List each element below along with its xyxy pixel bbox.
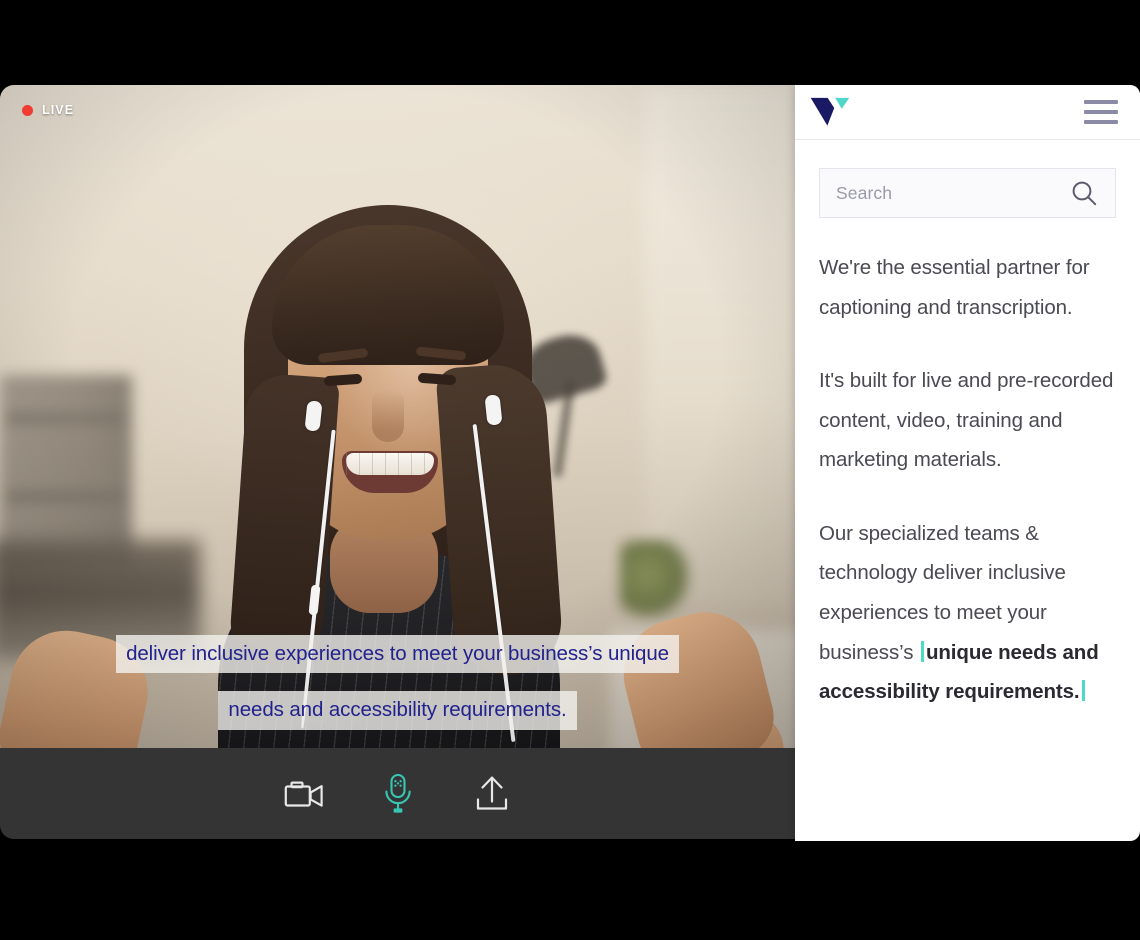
transcript-caret-start [920, 640, 924, 662]
transcript-paragraph: We're the essential partner for captioni… [819, 256, 1090, 319]
transcript-paragraph: It's built for live and pre-recorded con… [819, 369, 1114, 472]
hamburger-bar [1084, 100, 1118, 104]
caption-overlay: deliver inclusive experiences to meet yo… [0, 634, 795, 730]
transcript-side-panel: We're the essential partner for captioni… [795, 85, 1140, 841]
search-icon[interactable] [1069, 178, 1099, 208]
caption-line: needs and accessibility requirements. [218, 691, 577, 730]
video-camera-icon [284, 780, 323, 807]
panel-body: We're the essential partner for captioni… [795, 140, 1140, 841]
live-badge-label: LIVE [42, 103, 75, 117]
upload-share-icon [476, 776, 507, 810]
live-record-dot-icon [22, 104, 33, 116]
transcript-caret-end [1081, 680, 1085, 702]
video-call-window: LIVE deliver inclusive experiences to me… [0, 85, 795, 839]
caption-line: deliver inclusive experiences to meet yo… [116, 634, 679, 674]
microphone-icon [384, 773, 411, 813]
search-box[interactable] [819, 168, 1116, 218]
panel-header [795, 85, 1140, 140]
share-upload-button[interactable] [463, 768, 521, 820]
transcript-paragraph-live: Our specialized teams & technology deliv… [819, 514, 1116, 712]
camera-toggle-button[interactable] [275, 768, 333, 820]
video-feed[interactable]: LIVE deliver inclusive experiences to me… [0, 85, 795, 748]
hamburger-menu-icon[interactable] [1084, 96, 1118, 128]
microphone-toggle-button[interactable] [369, 768, 427, 820]
verbit-v-logo-icon[interactable] [809, 96, 851, 128]
screenshot-root: LIVE deliver inclusive experiences to me… [0, 0, 1140, 940]
hamburger-bar [1084, 110, 1118, 114]
search-input[interactable] [836, 182, 1036, 204]
hamburger-bar [1084, 120, 1118, 124]
video-control-bar [0, 748, 795, 839]
live-badge: LIVE [22, 103, 74, 117]
